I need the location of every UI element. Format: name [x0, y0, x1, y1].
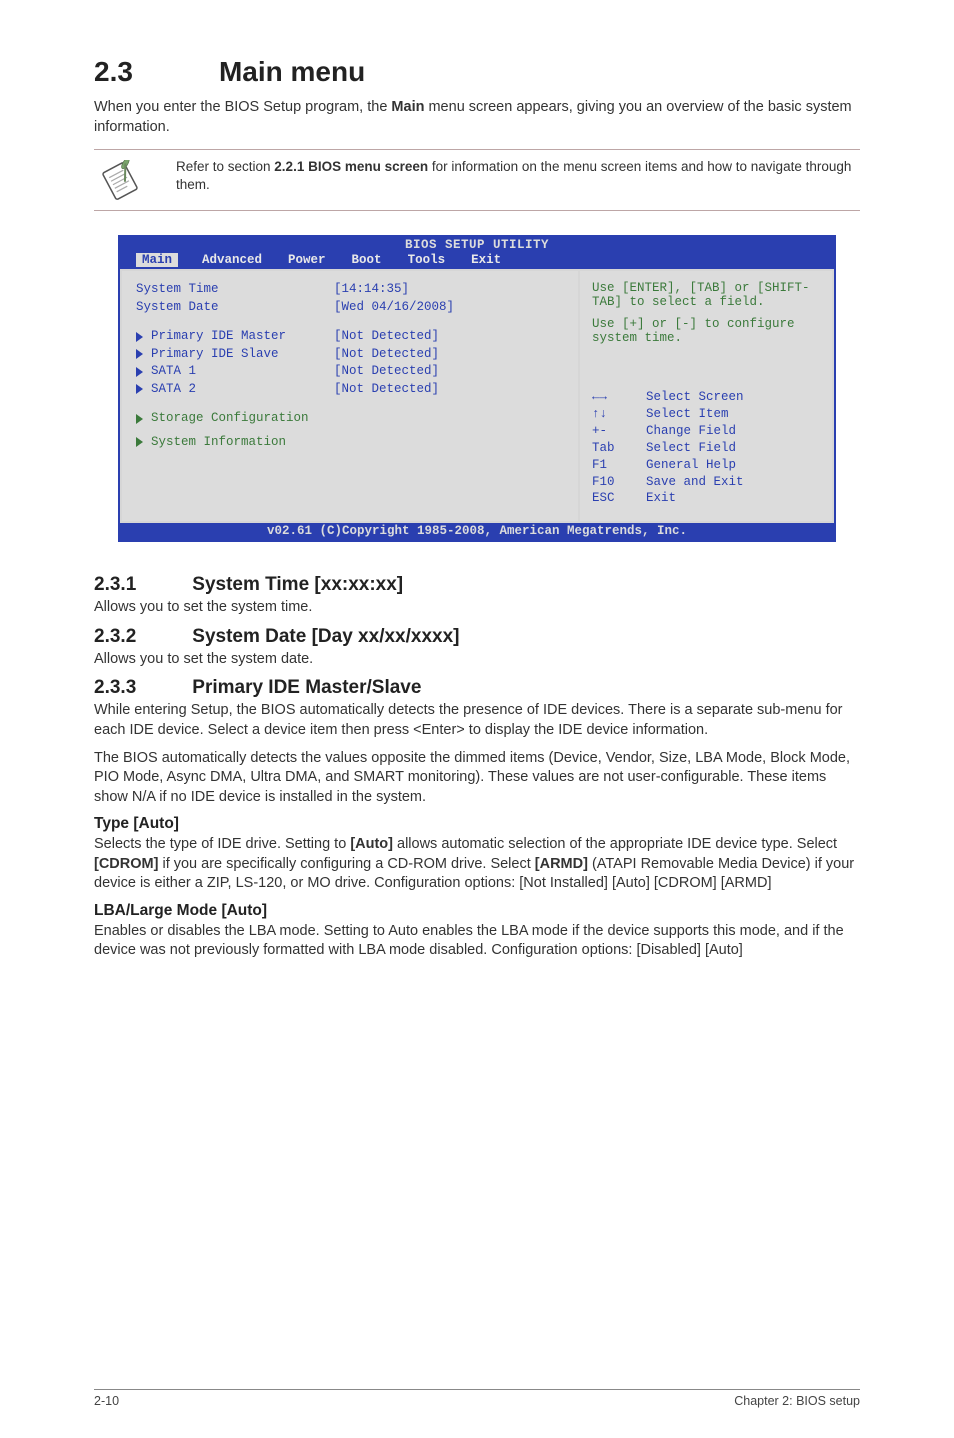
note-pre: Refer to section — [176, 159, 274, 174]
bios-row-storage-k: Storage Configuration — [151, 410, 309, 428]
note-icon-cell — [94, 158, 176, 202]
bios-row-s2-k: SATA 2 — [151, 381, 196, 399]
legend-label: Exit — [646, 490, 676, 507]
type-auto-b1: [Auto] — [350, 836, 393, 852]
legend-key: ↑↓ — [592, 406, 634, 423]
bios-menu-advanced: Advanced — [200, 253, 264, 267]
bios-help-2: Use [+] or [-] to configure system time. — [592, 317, 820, 345]
intro-paragraph: When you enter the BIOS Setup program, t… — [94, 98, 860, 137]
bios-row-systime-k: System Time — [136, 281, 219, 299]
section-heading: 2.3 Main menu — [94, 56, 860, 88]
bios-row-pim-k: Primary IDE Master — [151, 328, 286, 346]
body-233b: The BIOS automatically detects the value… — [94, 749, 860, 808]
legend-key: ESC — [592, 490, 634, 507]
triangle-icon — [136, 367, 143, 377]
heading-231: 2.3.1 System Time [xx:xx:xx] — [94, 574, 860, 596]
legend-label: Select Item — [646, 406, 729, 423]
heading-233-num: 2.3.3 — [94, 677, 136, 698]
type-auto-mid2: if you are specifically configuring a CD… — [158, 856, 534, 872]
type-auto-b3: [ARMD] — [535, 856, 588, 872]
bios-row-pim-v: [Not Detected] — [334, 328, 566, 346]
legend-key: Tab — [592, 440, 634, 457]
heading-232-num: 2.3.2 — [94, 626, 136, 647]
bios-left-pane: System Time [14:14:35] System Date [Wed 04… — [122, 271, 580, 521]
triangle-icon — [136, 414, 143, 424]
legend-label: Select Field — [646, 440, 736, 457]
bios-row-sysdate-v: [Wed 04/16/2008] — [334, 299, 566, 317]
bios-row-s1-v: [Not Detected] — [334, 363, 566, 381]
triangle-icon — [136, 332, 143, 342]
chapter-label: Chapter 2: BIOS setup — [734, 1394, 860, 1408]
bios-row-systime-v: [14:14:35] — [334, 281, 566, 299]
bios-screenshot: BIOS SETUP UTILITY Main Advanced Power B… — [118, 235, 836, 542]
page: 2.3 Main menu When you enter the BIOS Set… — [0, 0, 954, 1438]
bios-legend: ←→ Select Screen ↑↓ Select Item +- Change F… — [592, 389, 820, 507]
legend-key: F10 — [592, 474, 634, 491]
legend-label: Save and Exit — [646, 474, 744, 491]
body-type-auto: Selects the type of IDE drive. Setting t… — [94, 835, 860, 894]
body-231: Allows you to set the system time. — [94, 598, 860, 618]
bios-menu-boot: Boot — [350, 253, 384, 267]
type-auto-mid1: allows automatic selection of the approp… — [393, 836, 837, 852]
legend-label: Change Field — [646, 423, 736, 440]
body-lba-mode: Enables or disables the LBA mode. Settin… — [94, 922, 860, 961]
bios-row-pis-v: [Not Detected] — [334, 346, 566, 364]
note-box: Refer to section 2.2.1 BIOS menu screen … — [94, 149, 860, 211]
intro-pre: When you enter the BIOS Setup program, t… — [94, 99, 391, 115]
legend-label: General Help — [646, 457, 736, 474]
bios-help-1: Use [ENTER], [TAB] or [SHIFT-TAB] to sel… — [592, 281, 820, 309]
heading-233-title: Primary IDE Master/Slave — [192, 677, 421, 698]
legend-key: +- — [592, 423, 634, 440]
heading-233: 2.3.3 Primary IDE Master/Slave — [94, 677, 860, 699]
bios-footer: v02.61 (C)Copyright 1985-2008, American … — [120, 523, 834, 540]
bios-row-sysdate-k: System Date — [136, 299, 219, 317]
bios-row-s2-v: [Not Detected] — [334, 381, 566, 399]
bios-title: BIOS SETUP UTILITY — [120, 237, 834, 253]
bios-menu-tools: Tools — [406, 253, 448, 267]
type-auto-pre1: Selects the type of IDE drive. Setting t… — [94, 836, 350, 852]
triangle-icon — [136, 384, 143, 394]
heading-lba-mode: LBA/Large Mode [Auto] — [94, 902, 860, 920]
heading-type-auto: Type [Auto] — [94, 815, 860, 833]
legend-label: Select Screen — [646, 389, 744, 406]
bios-row-sysinfo-k: System Information — [151, 434, 286, 452]
bios-menu-exit: Exit — [469, 253, 503, 267]
bios-menubar: Main Advanced Power Boot Tools Exit — [120, 253, 834, 269]
page-number: 2-10 — [94, 1394, 119, 1408]
note-text: Refer to section 2.2.1 BIOS menu screen … — [176, 158, 860, 194]
legend-key: ←→ — [592, 389, 634, 406]
bios-row-pis-k: Primary IDE Slave — [151, 346, 279, 364]
section-number: 2.3 — [94, 56, 133, 87]
note-bold: 2.2.1 BIOS menu screen — [274, 159, 428, 174]
body-233a: While entering Setup, the BIOS automatic… — [94, 701, 860, 740]
bios-body: System Time [14:14:35] System Date [Wed 04… — [120, 269, 834, 523]
page-footer: 2-10 Chapter 2: BIOS setup — [94, 1389, 860, 1408]
paper-icon — [94, 160, 146, 202]
triangle-icon — [136, 437, 143, 447]
heading-231-title: System Time [xx:xx:xx] — [192, 574, 403, 595]
intro-bold: Main — [391, 99, 424, 115]
triangle-icon — [136, 349, 143, 359]
bios-right-pane: Use [ENTER], [TAB] or [SHIFT-TAB] to sel… — [580, 271, 832, 521]
heading-231-num: 2.3.1 — [94, 574, 136, 595]
type-auto-b2: [CDROM] — [94, 856, 158, 872]
heading-232: 2.3.2 System Date [Day xx/xx/xxxx] — [94, 626, 860, 648]
heading-232-title: System Date [Day xx/xx/xxxx] — [192, 626, 459, 647]
bios-menu-power: Power — [286, 253, 328, 267]
bios-row-s1-k: SATA 1 — [151, 363, 196, 381]
legend-key: F1 — [592, 457, 634, 474]
bios-menu-main: Main — [136, 253, 178, 267]
section-title-text: Main menu — [219, 56, 365, 87]
body-232: Allows you to set the system date. — [94, 650, 860, 670]
